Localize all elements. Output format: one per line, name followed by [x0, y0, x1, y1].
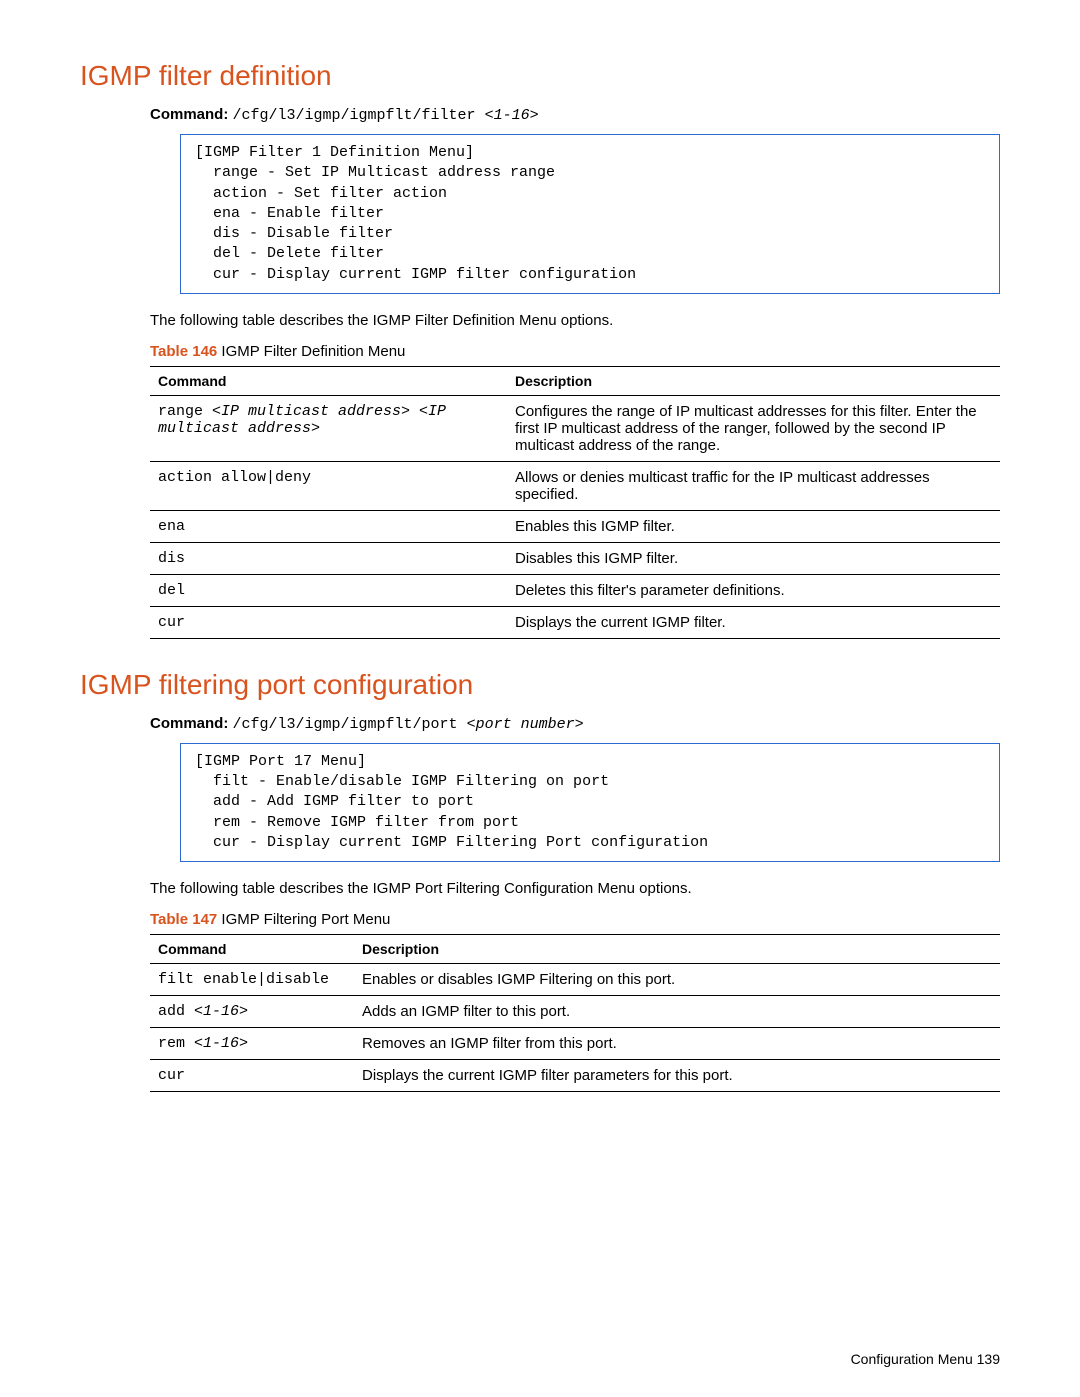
th-command: Command [150, 366, 507, 395]
heading-igmp-filtering-port: IGMP filtering port configuration [80, 669, 1000, 701]
intro-text-1: The following table describes the IGMP F… [150, 312, 1000, 329]
table-146: Command Description range <IP multicast … [150, 366, 1000, 639]
table-row: range <IP multicast address> <IP multica… [150, 395, 1000, 461]
intro-text-2: The following table describes the IGMP P… [150, 880, 1000, 897]
code-box-2: [IGMP Port 17 Menu] filt - Enable/disabl… [180, 743, 1000, 862]
section-igmp-filtering-port: IGMP filtering port configuration Comman… [80, 669, 1000, 1092]
page-footer: Configuration Menu 139 [851, 1351, 1000, 1367]
table-row: ena Enables this IGMP filter. [150, 510, 1000, 542]
heading-igmp-filter-definition: IGMP filter definition [80, 60, 1000, 92]
th-command: Command [150, 935, 354, 964]
command-path: /cfg/l3/igmp/igmpflt/filter <1-16> [233, 107, 539, 124]
table-row: cur Displays the current IGMP filter par… [150, 1060, 1000, 1092]
command-path: /cfg/l3/igmp/igmpflt/port <port number> [233, 716, 584, 733]
command-line-2: Command: /cfg/l3/igmp/igmpflt/port <port… [150, 715, 1000, 733]
table-147: Command Description filt enable|disable … [150, 934, 1000, 1092]
table-caption-146: Table 146 IGMP Filter Definition Menu [150, 343, 1000, 360]
table-row: cur Displays the current IGMP filter. [150, 606, 1000, 638]
table-row: dis Disables this IGMP filter. [150, 542, 1000, 574]
code-box-1: [IGMP Filter 1 Definition Menu] range - … [180, 134, 1000, 294]
command-line-1: Command: /cfg/l3/igmp/igmpflt/filter <1-… [150, 106, 1000, 124]
table-row: action allow|deny Allows or denies multi… [150, 461, 1000, 510]
table-row: del Deletes this filter's parameter defi… [150, 574, 1000, 606]
table-row: add <1-16> Adds an IGMP filter to this p… [150, 996, 1000, 1028]
command-label: Command: [150, 715, 228, 732]
table-row: rem <1-16> Removes an IGMP filter from t… [150, 1028, 1000, 1060]
table-caption-147: Table 147 IGMP Filtering Port Menu [150, 911, 1000, 928]
section-igmp-filter-definition: IGMP filter definition Command: /cfg/l3/… [80, 60, 1000, 639]
th-description: Description [354, 935, 1000, 964]
table-row: filt enable|disable Enables or disables … [150, 964, 1000, 996]
th-description: Description [507, 366, 1000, 395]
command-label: Command: [150, 106, 228, 123]
